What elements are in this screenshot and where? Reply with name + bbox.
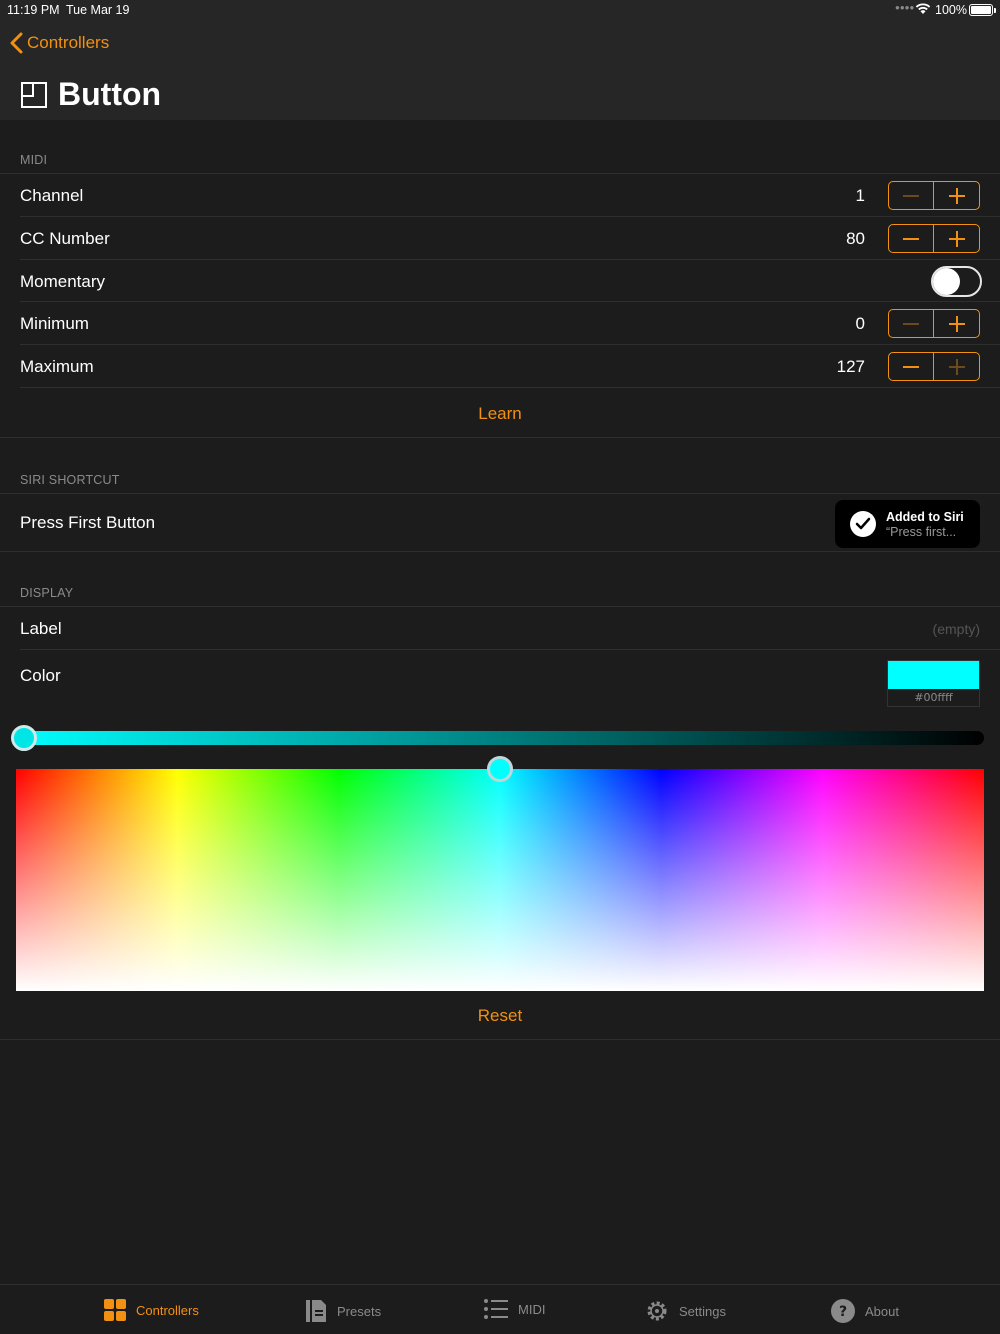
increment-button[interactable] — [934, 182, 979, 209]
color-preview — [888, 661, 979, 689]
tab-label: Settings — [679, 1303, 726, 1319]
section-header-midi: MIDI — [20, 153, 48, 167]
momentary-toggle[interactable] — [931, 266, 982, 297]
back-button[interactable]: Controllers — [10, 32, 109, 54]
added-to-siri-button[interactable]: Added to Siri “Press first... — [835, 500, 980, 548]
decrement-button[interactable] — [889, 182, 934, 209]
siri-button-texts: Added to Siri “Press first... — [886, 510, 964, 539]
tab-bar: Controllers Presets MIDI Settings ? Abou… — [0, 1284, 1000, 1334]
divider — [0, 437, 1000, 438]
chevron-left-icon — [10, 32, 23, 54]
row-cc-number: CC Number 80 — [0, 217, 1000, 260]
decrement-button[interactable] — [889, 310, 934, 337]
tab-label: About — [865, 1303, 899, 1319]
gear-icon — [645, 1299, 669, 1323]
plus-icon — [948, 230, 965, 247]
maximum-value: 127 — [836, 357, 865, 376]
color-picker-handle[interactable] — [487, 756, 513, 782]
row-label: Maximum — [20, 357, 94, 376]
minus-icon — [903, 188, 919, 204]
back-button-label: Controllers — [27, 33, 110, 52]
row-channel: Channel 1 — [0, 174, 1000, 217]
tab-about[interactable]: ? About — [831, 1299, 899, 1323]
learn-button[interactable]: Learn — [0, 404, 1000, 424]
color-spectrum-picker[interactable] — [16, 769, 984, 991]
tab-midi[interactable]: MIDI — [484, 1299, 545, 1319]
status-date: Tue Mar 19 — [66, 3, 130, 17]
tab-label: MIDI — [518, 1301, 546, 1317]
checkmark-icon — [850, 511, 876, 537]
page-title-group: Button — [20, 76, 161, 113]
tab-settings[interactable]: Settings — [645, 1299, 726, 1323]
increment-button[interactable] — [934, 310, 979, 337]
minimum-value: 0 — [855, 314, 865, 333]
increment-button[interactable] — [934, 225, 979, 252]
plus-icon — [948, 315, 965, 332]
wifi-icon — [915, 2, 931, 18]
row-minimum: Minimum 0 — [0, 302, 1000, 345]
status-time: 11:19 PM — [7, 3, 60, 17]
button-control-icon — [21, 81, 47, 108]
minimum-stepper — [888, 309, 980, 338]
row-label: Press First Button — [20, 513, 156, 532]
row-label: CC Number — [20, 229, 110, 248]
siri-button-subtitle: “Press first... — [886, 524, 957, 539]
row-siri-shortcut: Press First Button Added to Siri “Press … — [0, 494, 1000, 551]
row-label: Minimum — [20, 314, 89, 333]
list-icon — [484, 1299, 508, 1319]
divider — [0, 551, 1000, 552]
decrement-button[interactable] — [889, 353, 934, 380]
color-swatch[interactable]: #00ffff — [887, 660, 980, 707]
tab-presets[interactable]: Presets — [305, 1299, 381, 1323]
signal-icon: ●●●● — [895, 3, 915, 12]
section-header-display: DISPLAY — [20, 586, 74, 600]
section-header-siri: SIRI SHORTCUT — [20, 473, 120, 487]
toggle-knob — [933, 268, 960, 295]
divider — [0, 1039, 1000, 1040]
cc-number-stepper — [888, 224, 980, 253]
minus-icon — [903, 316, 919, 332]
decrement-button[interactable] — [889, 225, 934, 252]
tab-label: Presets — [337, 1303, 382, 1319]
plus-icon — [948, 187, 965, 204]
label-value: (empty) — [932, 621, 980, 637]
document-icon — [305, 1299, 327, 1323]
color-hex-value: #00ffff — [914, 691, 953, 704]
battery-percent: 100% — [935, 3, 967, 17]
row-label: Label — [20, 619, 62, 638]
plus-icon — [948, 358, 965, 375]
battery-icon — [969, 4, 996, 16]
minus-icon — [903, 359, 919, 375]
page-title: Button — [58, 76, 162, 112]
channel-value: 1 — [855, 186, 865, 205]
row-label: Momentary — [20, 272, 106, 291]
divider — [20, 387, 1000, 388]
svg-text:?: ? — [839, 1304, 847, 1320]
siri-button-title: Added to Siri — [886, 509, 964, 524]
increment-button[interactable] — [934, 353, 979, 380]
tab-label: Controllers — [136, 1302, 199, 1318]
tab-controllers[interactable]: Controllers — [104, 1299, 199, 1321]
row-momentary: Momentary — [0, 260, 1000, 303]
brightness-slider-track[interactable] — [16, 731, 984, 745]
minus-icon — [903, 231, 919, 247]
reset-button[interactable]: Reset — [0, 1006, 1000, 1026]
row-maximum: Maximum 127 — [0, 345, 1000, 388]
channel-stepper — [888, 181, 980, 210]
question-icon: ? — [831, 1299, 855, 1323]
row-color: Color #00ffff — [0, 650, 1000, 710]
row-label: Channel — [20, 186, 84, 205]
navigation-header: Controllers Button — [0, 20, 1000, 120]
grid-icon — [104, 1299, 126, 1321]
row-label-setting[interactable]: Label (empty) — [0, 607, 1000, 650]
status-bar: 11:19 PM Tue Mar 19 ●●●● 100% — [0, 0, 1000, 20]
row-label: Color — [20, 666, 61, 685]
brightness-slider-handle[interactable] — [11, 725, 37, 751]
cc-number-value: 80 — [846, 229, 865, 248]
maximum-stepper — [888, 352, 980, 381]
